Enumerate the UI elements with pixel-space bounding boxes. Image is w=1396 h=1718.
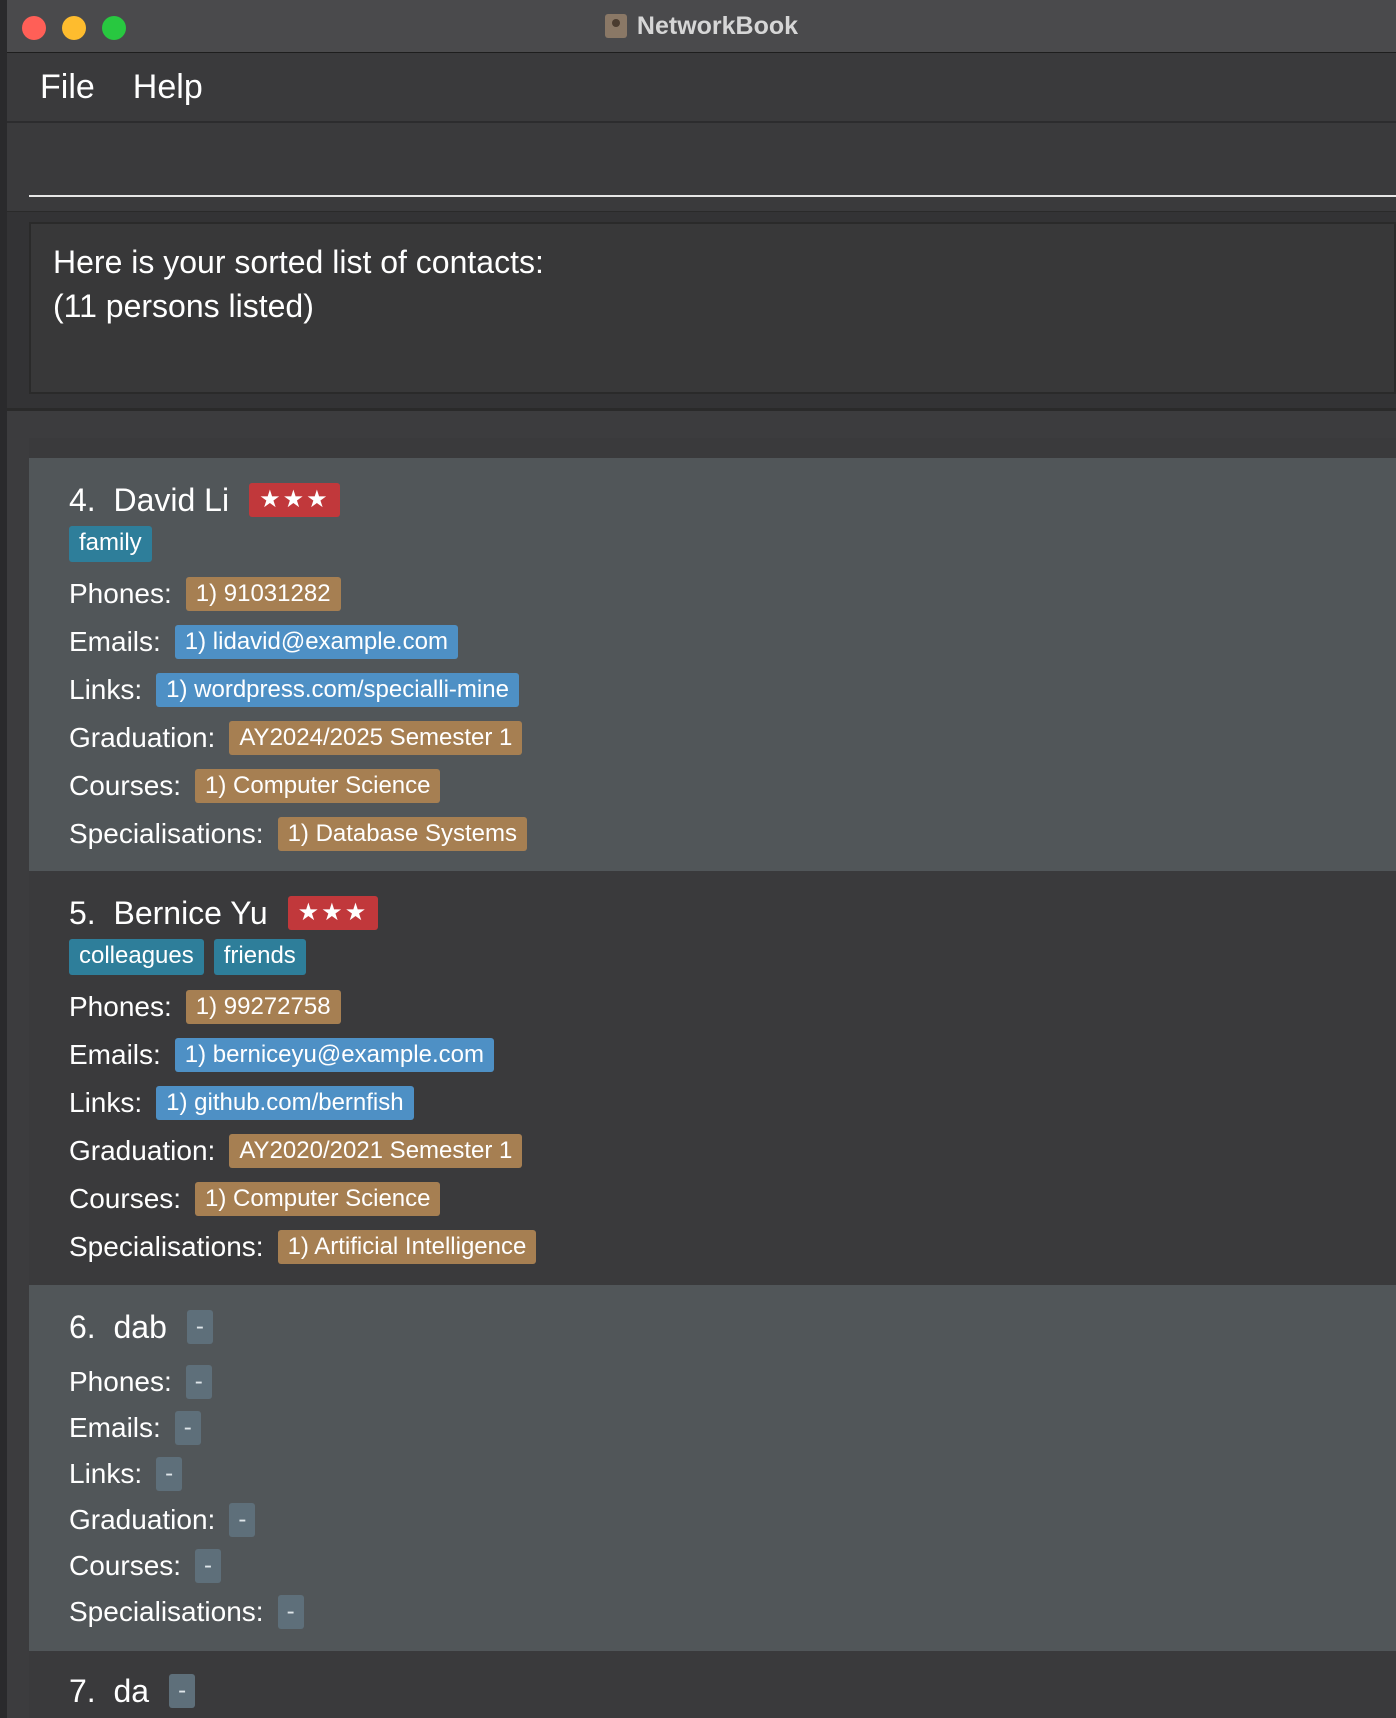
emails-label: Emails: <box>69 1412 161 1443</box>
list-spacer <box>29 438 1396 458</box>
specialisation-badge: 1) Artificial Intelligence <box>277 1230 537 1264</box>
contact-tags: colleagues friends <box>69 939 1396 975</box>
links-row: Links: - <box>69 1451 1396 1497</box>
graduation-badge: AY2020/2021 Semester 1 <box>229 1134 523 1168</box>
contact-card[interactable]: 5. Bernice Yu ★★★ colleagues friends Pho… <box>29 871 1396 1285</box>
email-badge[interactable]: 1) lidavid@example.com <box>174 625 458 659</box>
contact-header: 7. da - <box>69 1671 1396 1711</box>
graduation-row: Graduation: AY2020/2021 Semester 1 <box>69 1127 1396 1175</box>
emails-label: Emails: <box>69 1039 161 1070</box>
courses-label: Courses: <box>69 1183 182 1214</box>
phone-badge: 1) 99272758 <box>185 990 341 1024</box>
specialisations-row: Specialisations: - <box>69 1589 1396 1635</box>
contact-card[interactable]: 7. da - <box>29 1651 1396 1718</box>
graduation-label: Graduation: <box>69 722 216 753</box>
links-label: Links: <box>69 674 143 705</box>
graduation-label: Graduation: <box>69 1135 216 1166</box>
contact-card[interactable]: 6. dab - Phones: - Emails: - Links: - Gr… <box>29 1285 1396 1651</box>
contact-index-name: 6. dab <box>69 1308 167 1345</box>
phones-label: Phones: <box>69 991 172 1022</box>
menu-file[interactable]: File <box>40 68 95 107</box>
courses-row: Courses: 1) Computer Science <box>69 762 1396 810</box>
title-bar: NetworkBook <box>7 0 1396 53</box>
phone-badge: - <box>185 1365 212 1399</box>
result-display: Here is your sorted list of contacts: (1… <box>7 211 1396 411</box>
emails-label: Emails: <box>69 626 161 657</box>
emails-row: Emails: - <box>69 1405 1396 1451</box>
link-badge: - <box>156 1457 183 1491</box>
specialisations-label: Specialisations: <box>69 818 264 849</box>
specialisation-badge: 1) Database Systems <box>277 817 527 851</box>
result-message-line-2: (11 persons listed) <box>53 288 314 324</box>
course-badge: 1) Computer Science <box>195 769 441 803</box>
links-label: Links: <box>69 1087 143 1118</box>
specialisations-row: Specialisations: 1) Artificial Intellige… <box>69 1223 1396 1271</box>
phones-row: Phones: 1) 91031282 <box>69 570 1396 618</box>
course-badge: - <box>195 1549 222 1583</box>
courses-label: Courses: <box>69 1550 182 1581</box>
graduation-row: Graduation: AY2024/2025 Semester 1 <box>69 714 1396 762</box>
link-badge[interactable]: 1) wordpress.com/specialli-mine <box>156 673 519 707</box>
contact-header: 6. dab - <box>69 1307 1396 1347</box>
courses-row: Courses: - <box>69 1543 1396 1589</box>
specialisations-label: Specialisations: <box>69 1596 264 1627</box>
phones-row: Phones: - <box>69 1359 1396 1405</box>
priority-badge: ★★★ <box>249 483 340 517</box>
courses-label: Courses: <box>69 770 182 801</box>
phone-badge: 1) 91031282 <box>185 577 341 611</box>
specialisation-badge: - <box>277 1595 304 1629</box>
priority-badge: - <box>186 1310 213 1344</box>
links-row: Links: 1) wordpress.com/specialli-mine <box>69 666 1396 714</box>
graduation-badge: - <box>229 1503 256 1537</box>
emails-row: Emails: 1) berniceyu@example.com <box>69 1031 1396 1079</box>
email-badge[interactable]: 1) berniceyu@example.com <box>174 1038 494 1072</box>
priority-badge: - <box>169 1674 196 1708</box>
app-window: NetworkBook File Help Here is your sorte… <box>7 0 1396 1718</box>
specialisations-row: Specialisations: 1) Database Systems <box>69 810 1396 858</box>
contact-header: 4. David Li ★★★ <box>69 480 1396 520</box>
contact-header: 5. Bernice Yu ★★★ <box>69 893 1396 933</box>
window-title: NetworkBook <box>7 12 1396 41</box>
contact-index-name: 5. Bernice Yu <box>69 894 268 931</box>
contact-index-name: 7. da <box>69 1672 150 1709</box>
emails-row: Emails: 1) lidavid@example.com <box>69 618 1396 666</box>
phones-label: Phones: <box>69 1366 172 1397</box>
links-label: Links: <box>69 1458 143 1489</box>
menu-bar: File Help <box>7 53 1396 123</box>
contact-card[interactable]: 4. David Li ★★★ family Phones: 1) 910312… <box>29 458 1396 871</box>
window-title-text: NetworkBook <box>636 12 799 40</box>
result-text-box: Here is your sorted list of contacts: (1… <box>29 222 1396 394</box>
contact-list[interactable]: 4. David Li ★★★ family Phones: 1) 910312… <box>29 438 1396 1718</box>
course-badge: 1) Computer Science <box>195 1182 441 1216</box>
graduation-row: Graduation: - <box>69 1497 1396 1543</box>
app-contact-icon <box>604 14 627 38</box>
graduation-badge: AY2024/2025 Semester 1 <box>229 721 523 755</box>
courses-row: Courses: 1) Computer Science <box>69 1175 1396 1223</box>
specialisations-label: Specialisations: <box>69 1231 264 1262</box>
contact-index-name: 4. David Li <box>69 481 230 518</box>
graduation-label: Graduation: <box>69 1504 216 1535</box>
email-badge: - <box>174 1411 201 1445</box>
command-input[interactable] <box>29 141 1396 197</box>
menu-help[interactable]: Help <box>133 68 203 107</box>
result-message-line-1: Here is your sorted list of contacts: <box>53 244 544 280</box>
command-box <box>7 123 1396 211</box>
tag-badge: colleagues <box>69 939 204 975</box>
link-badge[interactable]: 1) github.com/bernfish <box>156 1086 414 1120</box>
priority-badge: ★★★ <box>287 896 379 930</box>
contact-tags: family <box>69 526 1396 562</box>
tag-badge: family <box>69 526 152 562</box>
tag-badge: friends <box>213 939 306 975</box>
phones-label: Phones: <box>69 578 172 609</box>
links-row: Links: 1) github.com/bernfish <box>69 1079 1396 1127</box>
phones-row: Phones: 1) 99272758 <box>69 983 1396 1031</box>
